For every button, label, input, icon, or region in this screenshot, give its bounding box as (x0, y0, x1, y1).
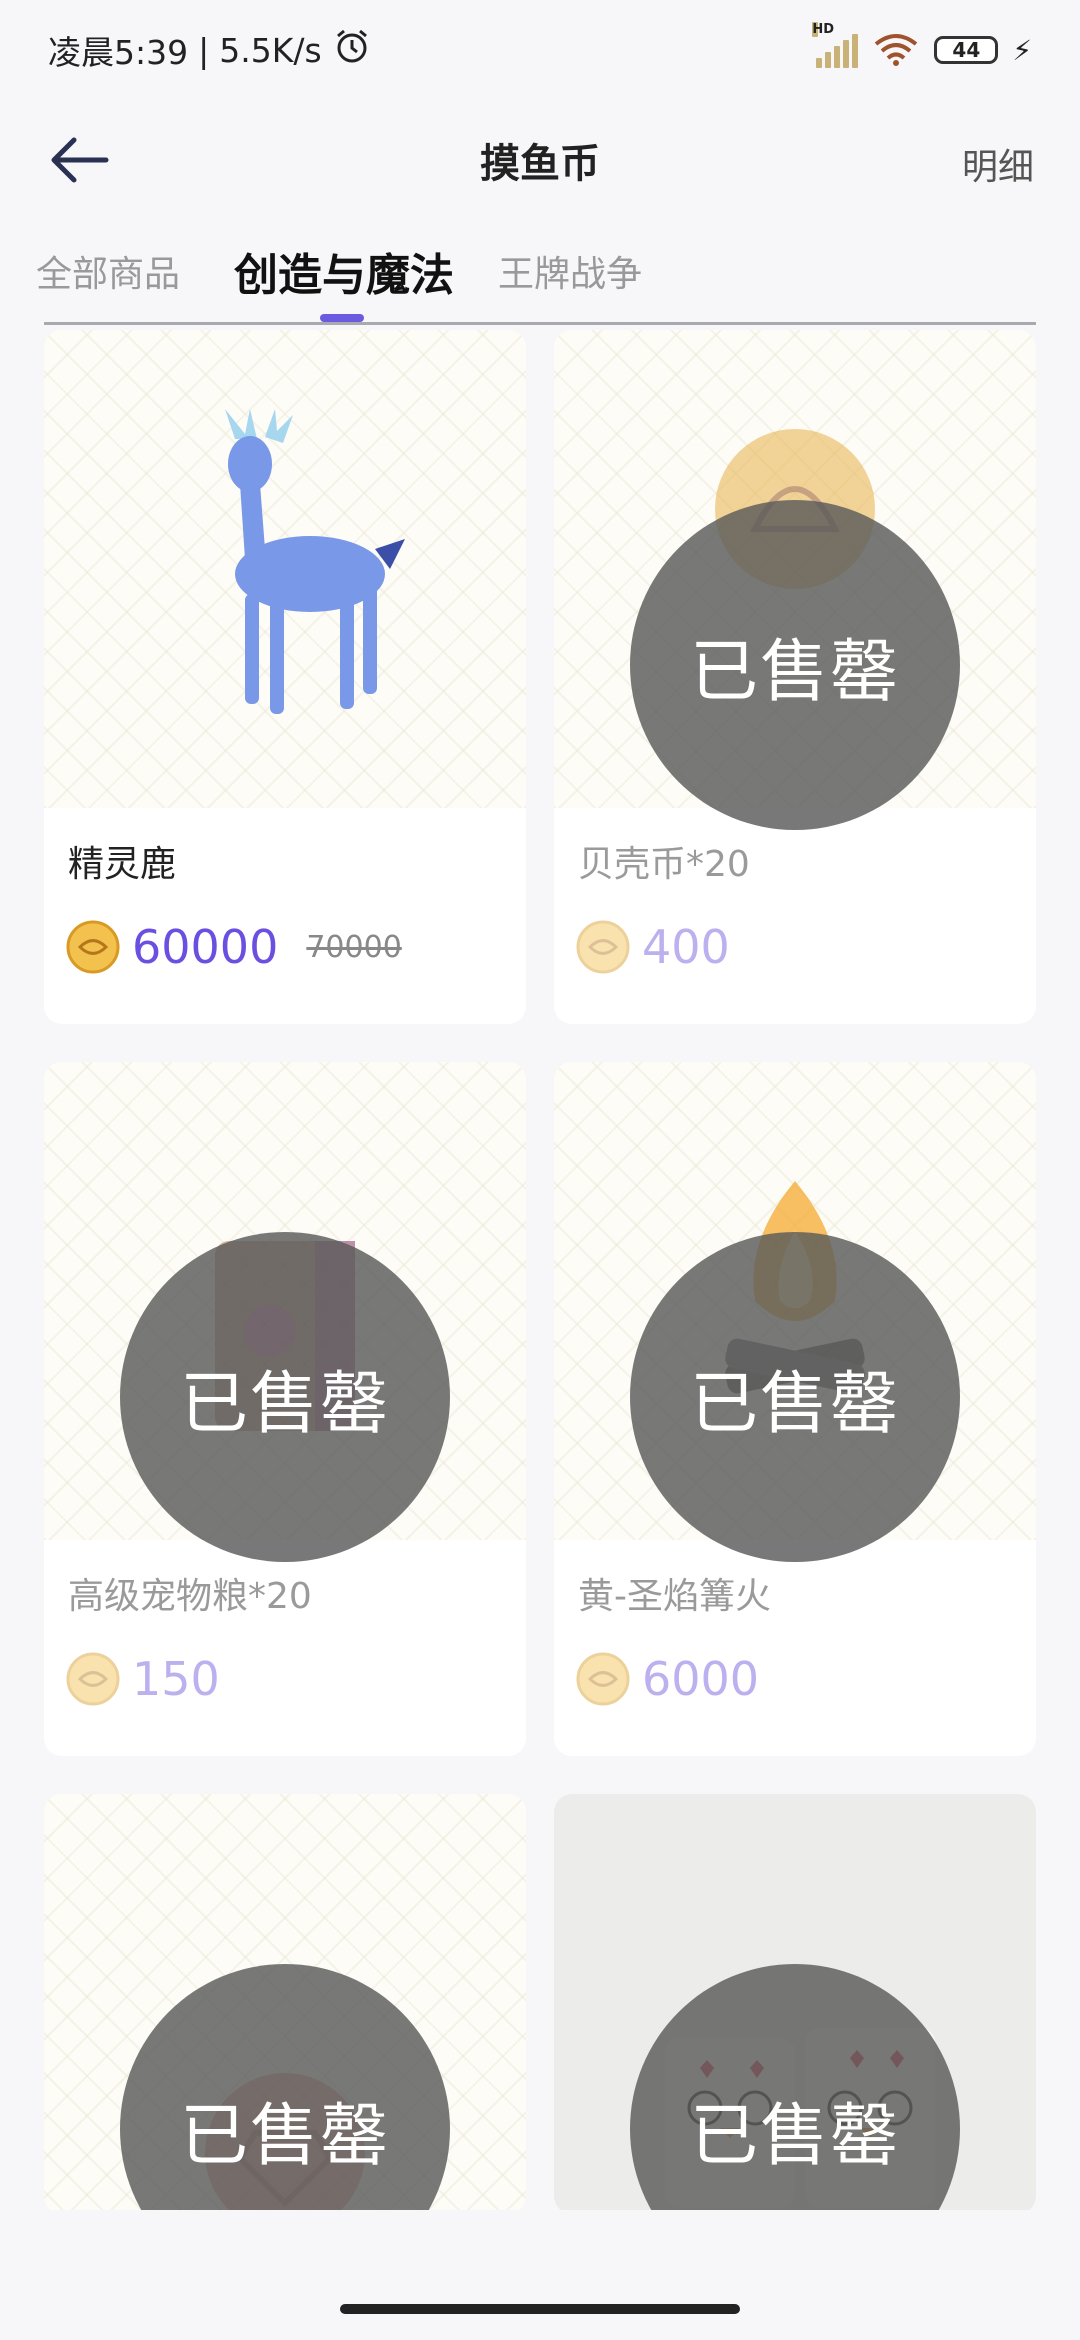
price-row: 60000 70000 (66, 920, 402, 974)
fish-coin-icon (66, 1652, 120, 1706)
page-title: 摸鱼币 (480, 141, 600, 187)
product-grid: 精灵鹿 60000 70000 已售罄 贝壳币*20 400 已售罄 高级宠物粮… (44, 330, 1036, 2210)
status-left: 凌晨5:39 | 5.5K/s (48, 26, 372, 74)
status-time: 凌晨5:39 (48, 33, 189, 72)
product-price: 60000 (132, 920, 279, 974)
product-name: 精灵鹿 (68, 844, 177, 885)
product-price: 150 (132, 1652, 220, 1706)
status-right: HD 44 ⚡ (812, 22, 1032, 68)
header: 摸鱼币 明细 (0, 110, 1080, 210)
fish-coin-icon (66, 920, 120, 974)
sold-out-badge: 已售罄 (630, 500, 960, 830)
product-card[interactable]: 已售罄 高级宠物粮*20 150 (44, 1062, 526, 1756)
sold-out-badge: 已售罄 (120, 1232, 450, 1562)
product-name: 贝壳币*20 (578, 844, 750, 885)
battery-icon: 44 (934, 36, 999, 64)
price-row: 400 (576, 920, 730, 974)
product-price: 400 (642, 920, 730, 974)
alarm-icon (332, 26, 372, 74)
home-indicator[interactable] (340, 2304, 740, 2314)
price-row: 6000 (576, 1652, 759, 1706)
spirit-deer-image (44, 330, 526, 808)
status-net-speed: 5.5K/s (219, 30, 322, 70)
fish-coin-icon (576, 1652, 630, 1706)
product-card[interactable]: 已售罄 黄-圣焰篝火 6000 (554, 1062, 1036, 1756)
hd-signal-icon: HD (812, 22, 859, 68)
tab-all-products[interactable]: 全部商品 (36, 245, 180, 297)
product-card[interactable]: 已售罄 (44, 1794, 526, 2210)
wifi-icon (875, 34, 918, 66)
detail-link[interactable]: 明细 (962, 138, 1034, 190)
tab-ace-war[interactable]: 王牌战争 (498, 245, 642, 297)
arrow-left-icon[interactable] (48, 136, 110, 184)
sold-out-badge: 已售罄 (630, 1232, 960, 1562)
product-card[interactable]: 已售罄 贝壳币*20 400 (554, 330, 1036, 1024)
active-tab-indicator (320, 314, 364, 322)
charging-icon: ⚡ (1012, 33, 1032, 67)
status-separator: | (198, 30, 210, 70)
category-tabs: 全部商品 创造与魔法 王牌战争 (36, 225, 1036, 325)
price-row: 150 (66, 1652, 220, 1706)
product-price: 6000 (642, 1652, 760, 1706)
product-card[interactable]: 精灵鹿 60000 70000 (44, 330, 526, 1024)
product-name: 黄-圣焰篝火 (578, 1576, 771, 1617)
product-card[interactable]: 已售罄 (554, 1794, 1036, 2210)
original-price: 70000 (306, 929, 402, 965)
status-bar: 凌晨5:39 | 5.5K/s HD 44 ⚡ (0, 0, 1080, 100)
fish-coin-icon (576, 920, 630, 974)
tab-create-and-magic[interactable]: 创造与魔法 (234, 239, 454, 303)
product-name: 高级宠物粮*20 (68, 1576, 312, 1617)
